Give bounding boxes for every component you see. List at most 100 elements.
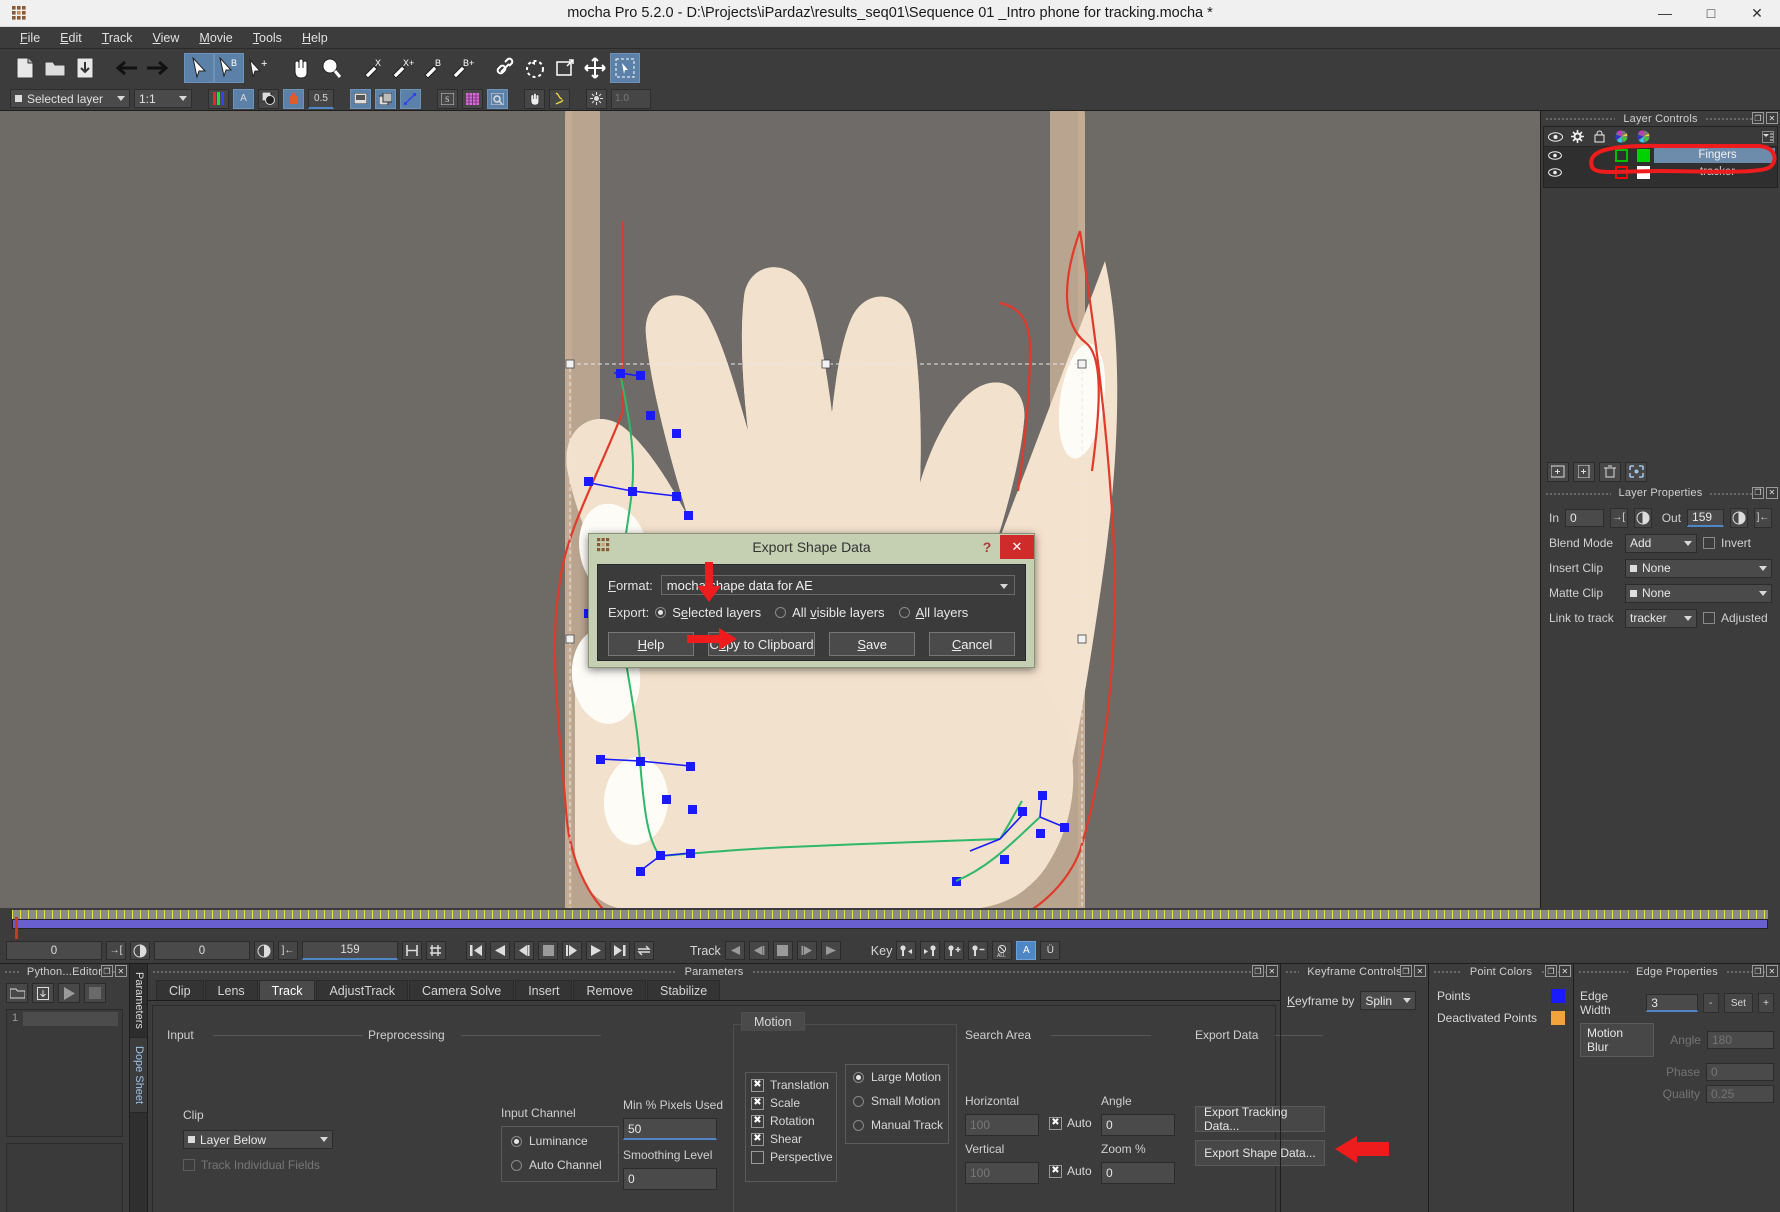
run-script-icon[interactable]: [58, 983, 80, 1003]
mesh-icon[interactable]: [549, 88, 570, 109]
xspline-add-tool-icon[interactable]: X+: [388, 53, 418, 83]
format-dropdown[interactable]: mocha shape data for AE: [660, 575, 1015, 595]
python-code-line[interactable]: [23, 1010, 122, 1136]
track-step-forward-icon[interactable]: [796, 941, 817, 960]
magnifier-box-icon[interactable]: [487, 88, 508, 109]
close-panel-icon[interactable]: ✕: [1266, 965, 1278, 977]
layer-visibility-icon[interactable]: [1544, 168, 1566, 177]
timeline-strip[interactable]: [0, 908, 1780, 939]
fit-range-icon[interactable]: [402, 941, 422, 960]
vertical-auto-row[interactable]: ✖ Auto: [1049, 1164, 1092, 1178]
perspective-row[interactable]: ✖ Perspective: [751, 1150, 833, 1164]
export-shape-data-dialog[interactable]: Export Shape Data ? ✕ Format: mocha shap…: [588, 533, 1035, 668]
rgb-channels-icon[interactable]: [208, 88, 229, 109]
track-path-icon[interactable]: [400, 88, 421, 109]
menu-file[interactable]: File: [10, 29, 50, 47]
select-region-icon[interactable]: [610, 53, 640, 83]
angle-field[interactable]: 180: [1706, 1031, 1775, 1049]
play-backward-icon[interactable]: [490, 941, 510, 960]
set-out-point-icon[interactable]: ]←: [1754, 507, 1773, 528]
layer-fill-color-swatch[interactable]: [1632, 166, 1654, 179]
spline-s-icon[interactable]: S: [437, 88, 458, 109]
matte-clip-dropdown[interactable]: None: [1625, 583, 1772, 603]
python-output-area[interactable]: [6, 1143, 123, 1212]
scale-checkbox[interactable]: ✖: [751, 1096, 764, 1110]
layer-list[interactable]: Fingers tracker: [1543, 126, 1778, 188]
brightness-value[interactable]: 1.0: [611, 88, 651, 109]
undock-panel-icon[interactable]: ❐: [1752, 112, 1764, 124]
layer-fill-color-swatch[interactable]: [1632, 149, 1654, 162]
shear-row[interactable]: ✖ Shear: [751, 1132, 802, 1146]
horizontal-auto-checkbox[interactable]: ✖: [1049, 1116, 1062, 1130]
new-project-icon[interactable]: [10, 53, 40, 83]
matte-overlay-icon[interactable]: [258, 88, 279, 109]
delete-all-keys-icon[interactable]: ALL: [992, 941, 1013, 960]
go-to-start-icon[interactable]: [466, 941, 486, 960]
close-panel-icon[interactable]: ✕: [1766, 965, 1778, 977]
vtab-dope-sheet[interactable]: Dope Sheet: [130, 1037, 147, 1113]
in-point-field[interactable]: 0: [154, 941, 250, 960]
out-point-circle-icon[interactable]: [1730, 507, 1749, 528]
tab-clip[interactable]: Clip: [156, 980, 204, 1000]
minimize-button[interactable]: —: [1642, 0, 1688, 27]
save-script-icon[interactable]: [32, 983, 54, 1003]
radio-selected-layers[interactable]: [655, 607, 667, 618]
close-panel-icon[interactable]: ✕: [1559, 965, 1571, 977]
grid-icon[interactable]: [462, 88, 483, 109]
scale-tool-icon[interactable]: [550, 53, 580, 83]
maximize-button[interactable]: □: [1688, 0, 1734, 27]
in-point-circle-icon[interactable]: [1633, 507, 1652, 528]
set-in-point-icon[interactable]: →[: [106, 941, 126, 960]
insert-clip-dropdown[interactable]: None: [1625, 558, 1772, 578]
close-panel-icon[interactable]: ✕: [1766, 486, 1778, 499]
track-step-backward-icon[interactable]: [748, 941, 769, 960]
luminance-radio[interactable]: [511, 1135, 522, 1147]
radio-all-layers[interactable]: [898, 607, 910, 618]
undock-panel-icon[interactable]: ❐: [1752, 486, 1764, 499]
link-to-track-dropdown[interactable]: tracker: [1625, 608, 1697, 628]
xspline-tool-icon[interactable]: X: [358, 53, 388, 83]
out-point-circle-icon[interactable]: [254, 941, 274, 960]
horizontal-auto-row[interactable]: ✖ Auto: [1049, 1116, 1092, 1130]
min-pixels-field[interactable]: 50: [623, 1118, 717, 1140]
close-panel-icon[interactable]: ✕: [1414, 965, 1426, 977]
redo-arrow-icon[interactable]: [142, 53, 172, 83]
undock-panel-icon[interactable]: ❐: [1252, 965, 1264, 977]
viewport[interactable]: [0, 111, 1540, 908]
layer-select-dropdown[interactable]: Selected layer: [10, 89, 130, 108]
close-button[interactable]: ✕: [1734, 0, 1780, 27]
layer-outline-color-swatch[interactable]: [1610, 149, 1632, 162]
undo-arrow-icon[interactable]: [112, 53, 142, 83]
track-individual-fields-row[interactable]: Track Individual Fields: [183, 1158, 320, 1172]
tab-camera-solve[interactable]: Camera Solve: [408, 980, 515, 1000]
menu-track[interactable]: Track: [92, 29, 143, 47]
loop-icon[interactable]: [634, 941, 654, 960]
layer-row-tracker[interactable]: tracker: [1544, 164, 1777, 181]
tab-insert[interactable]: Insert: [515, 980, 573, 1000]
vertical-field[interactable]: 100: [965, 1162, 1039, 1184]
playhead[interactable]: [15, 917, 18, 939]
stabilize-view-icon[interactable]: [375, 88, 396, 109]
rotation-row[interactable]: ✖ Rotation: [751, 1114, 815, 1128]
timeline-track-bar[interactable]: [12, 917, 1768, 939]
deactivated-points-color-swatch[interactable]: [1551, 1011, 1565, 1025]
out-field[interactable]: 159: [1687, 508, 1724, 527]
luminance-radio-row[interactable]: Luminance: [511, 1134, 588, 1148]
quality-field[interactable]: 0.25: [1706, 1085, 1774, 1103]
small-motion-row[interactable]: Small Motion: [853, 1094, 940, 1108]
undock-panel-icon[interactable]: ❐: [1400, 965, 1412, 977]
auto-channel-radio[interactable]: [511, 1159, 522, 1171]
track-forward-icon[interactable]: [820, 941, 841, 960]
open-project-icon[interactable]: [40, 53, 70, 83]
prev-key-icon[interactable]: [896, 941, 917, 960]
menu-movie[interactable]: Movie: [189, 29, 242, 47]
delete-key-icon[interactable]: [968, 941, 989, 960]
track-backward-icon[interactable]: [724, 941, 745, 960]
auto-channel-radio-row[interactable]: Auto Channel: [511, 1158, 602, 1172]
invert-checkbox[interactable]: [1703, 537, 1715, 549]
close-panel-icon[interactable]: ✕: [1766, 112, 1778, 124]
link-tool-icon[interactable]: [490, 53, 520, 83]
save-button[interactable]: Save: [829, 632, 916, 656]
edge-width-set-button[interactable]: Set: [1723, 993, 1754, 1013]
in-point-circle-icon[interactable]: [130, 941, 150, 960]
